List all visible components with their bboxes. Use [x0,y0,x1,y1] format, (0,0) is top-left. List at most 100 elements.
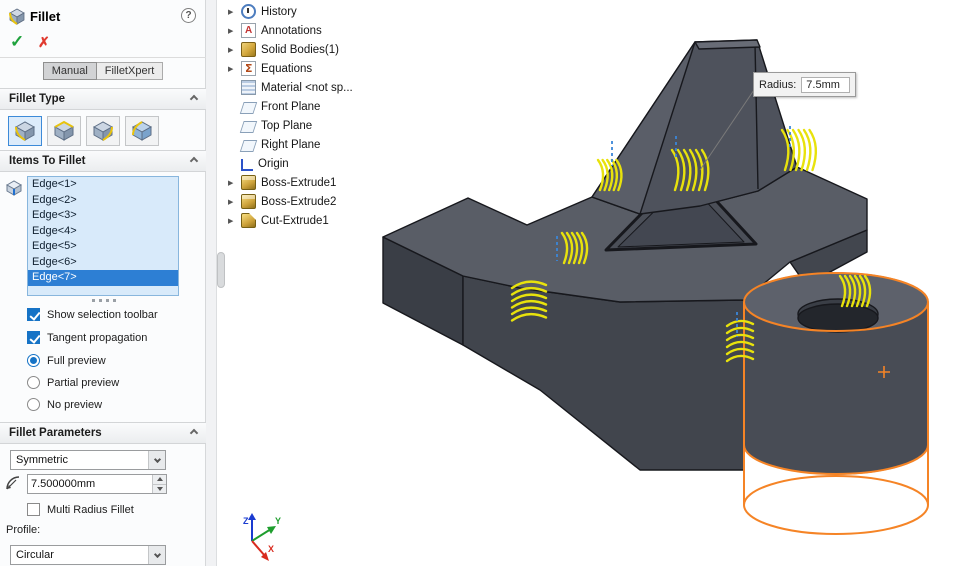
edge-list-item[interactable]: Edge<3> [28,208,178,224]
tab-manual[interactable]: Manual [42,62,97,80]
checkbox-label: Tangent propagation [47,331,148,344]
triad-z-label: Z [243,516,249,526]
expand-arrow[interactable]: ▶ [228,217,241,225]
solid-bodies-icon [241,42,256,57]
tree-item-label: History [261,5,297,18]
spinner-down-button[interactable] [153,483,166,493]
radio-label: Partial preview [47,376,120,389]
section-label: Items To Fillet [9,155,86,167]
tree-item-top-plane[interactable]: Top Plane [228,116,353,135]
tree-item-annotations[interactable]: ▶ Annotations [228,21,353,40]
profile-dropdown[interactable]: Circular [10,545,166,565]
triad-y-label: Y [275,516,281,526]
radio-full-preview[interactable]: Full preview [27,354,119,367]
symmetry-dropdown-value: Symmetric [16,454,68,466]
help-icon[interactable]: ? [181,8,196,23]
edge-list-item[interactable]: Edge<2> [28,193,178,209]
edge-list-item[interactable]: Edge<6> [28,255,178,271]
variable-size-fillet-button[interactable] [47,116,81,146]
ok-button[interactable]: ✓ [10,33,24,50]
fillet-ribbon-stroke [596,158,605,192]
expand-arrow[interactable]: ▶ [228,27,241,35]
expand-arrow[interactable]: ▶ [228,179,241,187]
tree-item-label: Solid Bodies(1) [261,43,339,56]
preview-options: Full preview Partial preview No preview [27,354,119,411]
plane-icon [239,139,258,152]
expand-arrow[interactable]: ▶ [228,46,241,54]
tree-item-material-not-sp[interactable]: Material <not sp... [228,78,353,97]
tree-item-label: Cut-Extrude1 [261,214,329,227]
boss-extrude-icon [241,194,256,209]
checkbox-label: Show selection toolbar [47,308,158,321]
tree-item-label: Material <not sp... [261,81,353,94]
expand-arrow[interactable]: ▶ [228,198,241,206]
radio-box [27,398,40,411]
radio-box [27,354,40,367]
panel-splitter-handle[interactable] [217,252,225,288]
face-fillet-button[interactable] [86,116,120,146]
tree-item-front-plane[interactable]: Front Plane [228,97,353,116]
checkbox-tangent-propagation[interactable]: Tangent propagation [27,331,158,344]
plane-icon [239,120,258,133]
listbox-resize-grip[interactable] [92,299,116,302]
fillet-type-buttons [8,116,159,146]
edges-listbox[interactable]: Edge<1> Edge<2> Edge<3> Edge<4> Edge<5> Edge<… [27,176,179,296]
tree-item-label: Top Plane [261,119,313,132]
tree-item-origin[interactable]: Origin [228,154,353,173]
edge-list-item[interactable]: Edge<1> [28,177,178,193]
panel-title: Fillet [30,9,61,24]
tree-item-label: Right Plane [261,138,321,151]
tree-item-label: Origin [258,157,289,170]
tree-item-equations[interactable]: ▶ Equations [228,59,353,78]
multi-radius-label: Multi Radius Fillet [47,503,134,516]
radio-label: No preview [47,398,103,411]
tree-item-solid-bodies-1[interactable]: ▶ Solid Bodies(1) [228,40,353,59]
equations-icon [241,61,256,76]
radius-icon [4,474,22,497]
expand-arrow[interactable]: ▶ [228,8,241,16]
profile-dropdown-value: Circular [16,549,54,561]
tab-filletxpert[interactable]: FilletXpert [96,62,164,80]
edge-list-item[interactable]: Edge<7> [28,270,178,286]
radio-box [27,376,40,389]
tree-item-boss-extrude1[interactable]: ▶ Boss-Extrude1 [228,173,353,192]
section-header-items-to-fillet[interactable]: Items To Fillet [0,150,206,172]
triad-x-label: X [268,544,274,554]
radius-field [27,474,167,494]
profile-label: Profile: [6,524,41,536]
tree-item-history[interactable]: ▶ History [228,2,353,21]
checkbox-show-selection-toolbar[interactable]: Show selection toolbar [27,308,158,321]
divider [0,57,206,58]
tree-item-cut-extrude1[interactable]: ▶ Cut-Extrude1 [228,211,353,230]
dropdown-button[interactable] [148,451,165,469]
radio-partial-preview[interactable]: Partial preview [27,376,119,389]
property-manager: Fillet ? ✓ ✗ Manual FilletXpert Fillet Ty… [0,0,206,566]
checkbox-box [27,331,40,344]
full-round-fillet-button[interactable] [125,116,159,146]
radio-no-preview[interactable]: No preview [27,398,119,411]
tree-item-boss-extrude2[interactable]: ▶ Boss-Extrude2 [228,192,353,211]
section-header-fillet-parameters[interactable]: Fillet Parameters [0,422,206,444]
radius-callout-value[interactable]: 7.5mm [801,76,850,93]
tree-item-label: Front Plane [261,100,321,113]
section-header-fillet-type[interactable]: Fillet Type [0,88,206,110]
cut-extrude-icon [241,213,256,228]
multi-radius-checkbox[interactable]: Multi Radius Fillet [27,503,134,516]
spinner-up-button[interactable] [153,475,166,484]
constant-size-fillet-button[interactable] [8,116,42,146]
symmetry-dropdown[interactable]: Symmetric [10,450,166,470]
edge-selection-icon [5,179,23,202]
expand-arrow[interactable]: ▶ [228,65,241,73]
multi-radius-checkbox-box [27,503,40,516]
cancel-button[interactable]: ✗ [38,35,50,49]
edge-list-item[interactable]: Edge<5> [28,239,178,255]
section-label: Fillet Type [9,93,66,105]
radius-input[interactable] [28,475,152,493]
collapse-chevron-icon [189,156,199,166]
tree-item-right-plane[interactable]: Right Plane [228,135,353,154]
dropdown-button[interactable] [148,546,165,564]
panel-scrollbar[interactable] [206,0,217,566]
boss-extrude-icon [241,175,256,190]
edge-list-item[interactable]: Edge<4> [28,224,178,240]
chevron-down-icon [153,550,161,558]
